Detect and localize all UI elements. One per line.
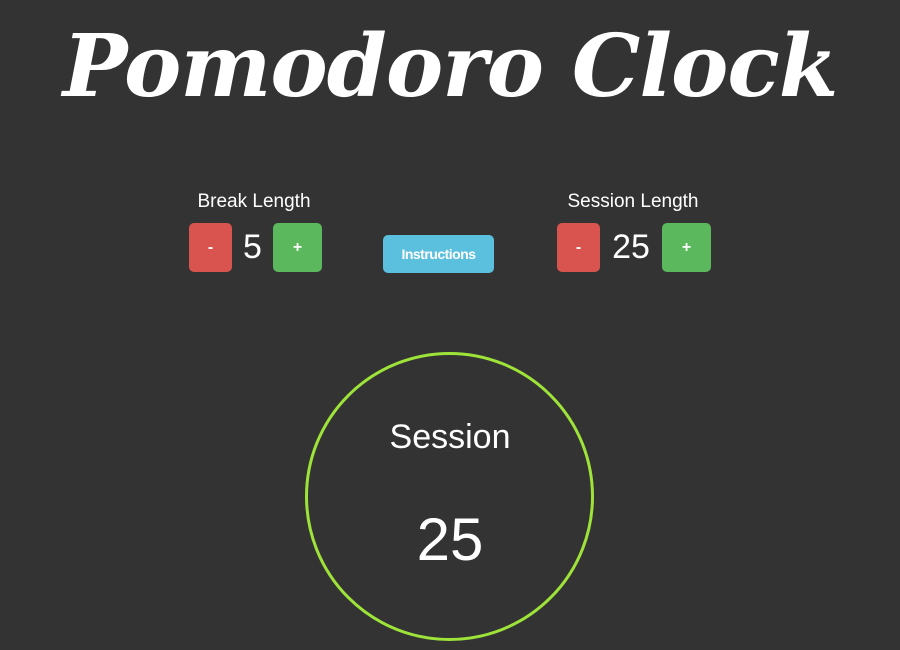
break-decrement-button[interactable]: - <box>189 223 232 272</box>
timer-mode-label: Session <box>389 418 511 456</box>
session-increment-button[interactable]: + <box>662 223 711 272</box>
break-length-value: 5 <box>243 228 262 266</box>
session-length-value: 25 <box>612 228 650 266</box>
instructions-button[interactable]: Instructions <box>383 235 494 273</box>
break-length-label: Break Length <box>197 191 311 212</box>
session-decrement-button[interactable]: - <box>557 223 600 272</box>
timer-circle[interactable] <box>305 352 594 641</box>
break-increment-button[interactable]: + <box>273 223 322 272</box>
app-title: Pomodoro Clock <box>62 16 839 117</box>
session-length-label: Session Length <box>567 191 699 212</box>
timer-display: 25 <box>416 506 484 573</box>
